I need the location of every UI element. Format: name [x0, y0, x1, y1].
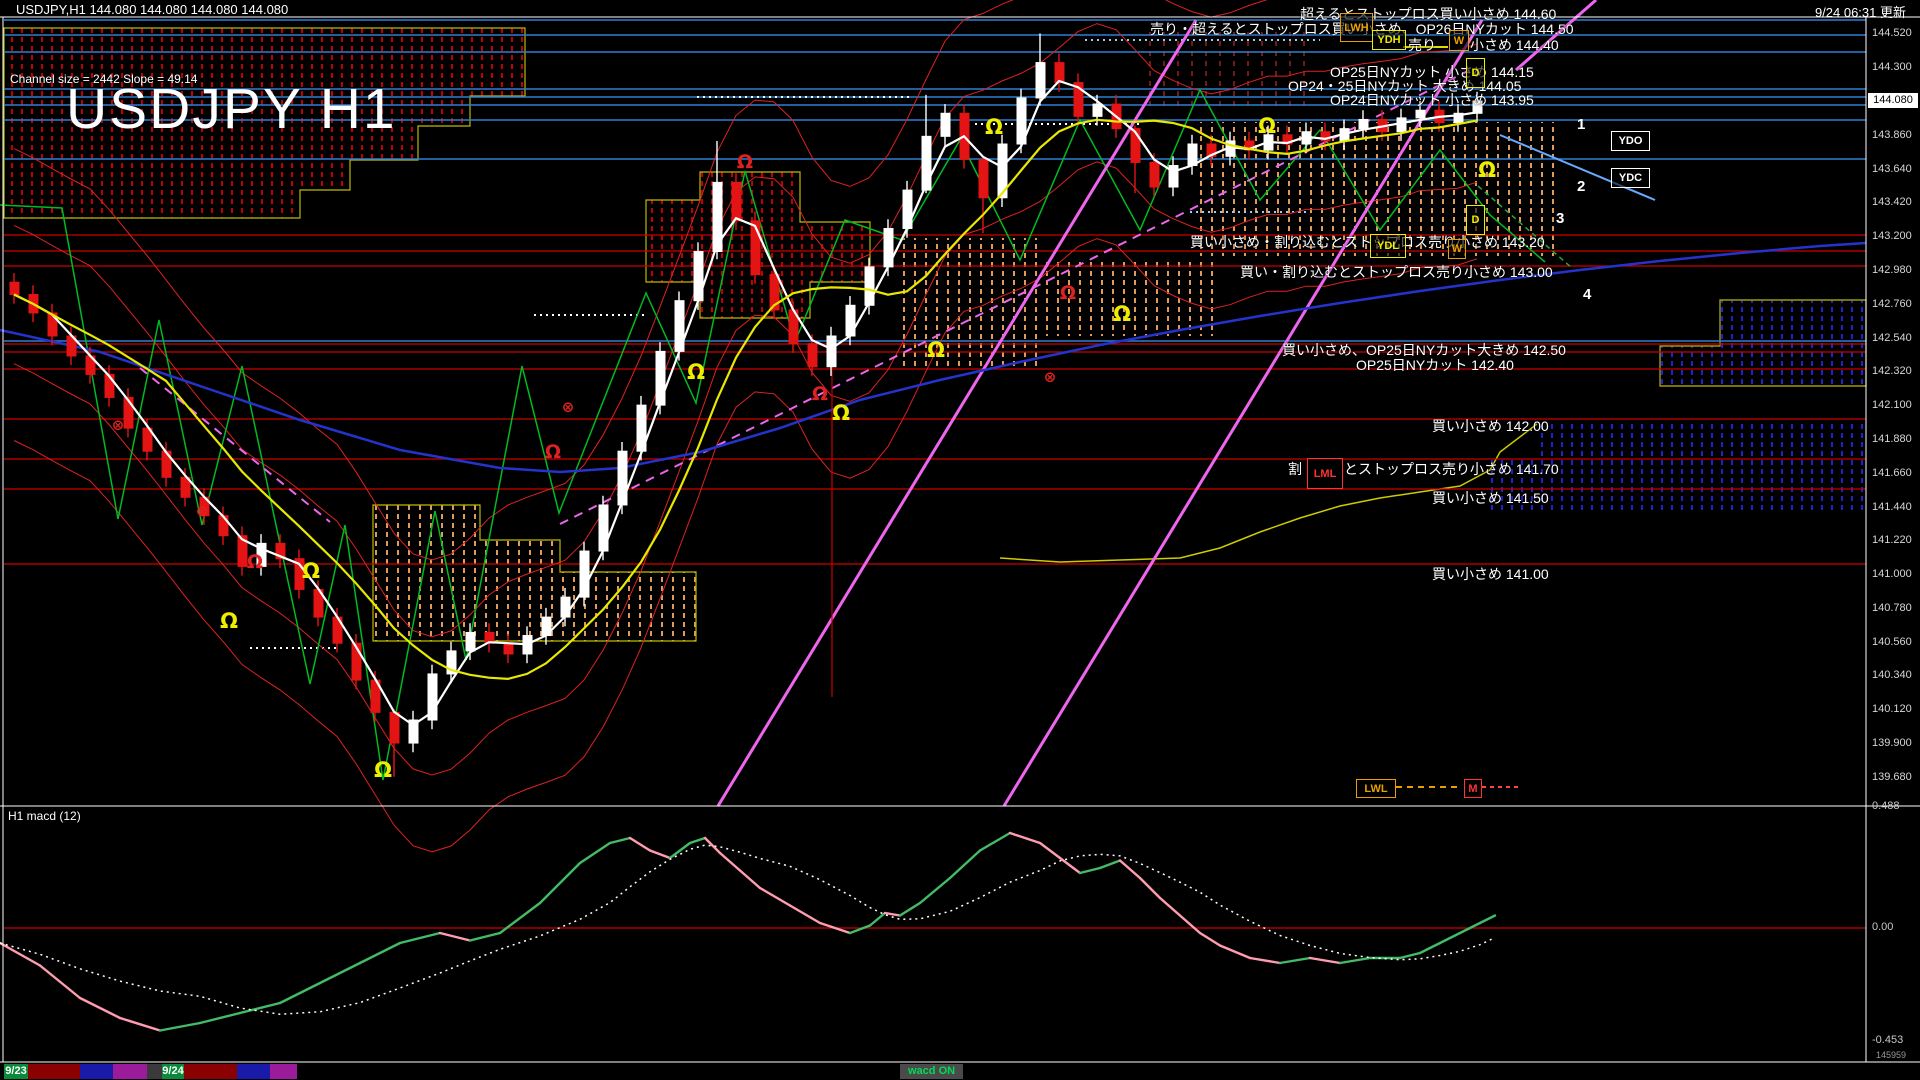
- timeline-session-segment: [80, 1064, 113, 1079]
- macd-indicator-label: H1 macd (12): [8, 809, 81, 823]
- price-axis-label: 142.980: [1872, 264, 1912, 276]
- svg-text:Ω: Ω: [1060, 282, 1076, 304]
- price-annotation: OP24日NYカット 小さめ 143.95: [1330, 90, 1534, 110]
- macd-panel: [0, 833, 1866, 1031]
- price-axis-label: 144.300: [1872, 61, 1912, 73]
- price-axis-label: 142.320: [1872, 365, 1912, 377]
- macd-axis-bottom: -0.453: [1872, 1034, 1903, 1046]
- price-axis-label: 140.560: [1872, 636, 1912, 648]
- indicator-label-box-m: M: [1464, 779, 1482, 798]
- svg-text:⊗: ⊗: [112, 416, 125, 434]
- macd-axis-extra: 145959: [1876, 1050, 1906, 1060]
- price-axis-label: 140.120: [1872, 703, 1912, 715]
- indicator-label-box-lwh: LWH: [1340, 13, 1373, 42]
- price-annotation: とストップロス売り小さめ 141.70: [1344, 459, 1559, 479]
- mt4-chart-window: ΩΩΩΩΩΩΩΩΩΩΩΩΩΩΩ⊗⊗⊗⊗ USDJPY,H1 144.080 14…: [0, 0, 1920, 1080]
- price-axis-label: 142.100: [1872, 399, 1912, 411]
- price-annotation: 買い・割り込むとストップロス売り小さめ 143.00: [1240, 262, 1553, 282]
- wave-count-label: 2: [1577, 178, 1585, 195]
- price-axis-label: 141.440: [1872, 501, 1912, 513]
- price-axis-label: 144.520: [1872, 27, 1912, 39]
- symbol-ohlc-readout: USDJPY,H1 144.080 144.080 144.080 144.08…: [16, 2, 288, 17]
- indicator-label-box-ydl: YDL: [1370, 234, 1406, 258]
- timeline-session-segment: [237, 1064, 270, 1079]
- indicator-label-box-ydc: YDC: [1611, 168, 1650, 188]
- wave-count-label: 4: [1583, 286, 1591, 303]
- last-update-timestamp: 9/24 06:31 更新: [1815, 2, 1906, 21]
- price-annotation: 買い小さめ 142.00: [1432, 416, 1549, 436]
- indicator-label-box-w: W: [1449, 30, 1469, 51]
- svg-text:Ω: Ω: [985, 115, 1003, 139]
- price-axis-label: 139.900: [1872, 737, 1912, 749]
- price-chart-canvas[interactable]: ΩΩΩΩΩΩΩΩΩΩΩΩΩΩΩ⊗⊗⊗⊗: [0, 0, 1920, 1080]
- indicator-label-box-d: D: [1466, 58, 1485, 88]
- svg-text:Ω: Ω: [220, 609, 238, 633]
- indicator-label-box-w: W: [1448, 239, 1466, 259]
- price-annotation: 買い小さめ・割り込むとストップロス売り小さめ 143.20: [1190, 232, 1545, 252]
- price-annotation: 小さめ 144.40: [1470, 35, 1559, 55]
- svg-text:Ω: Ω: [737, 151, 753, 173]
- timeline-session-segment: [184, 1064, 237, 1079]
- price-annotation: 買い小さめ 141.50: [1432, 488, 1549, 508]
- svg-text:Ω: Ω: [812, 383, 828, 405]
- svg-text:⊗: ⊗: [1044, 368, 1057, 386]
- wacd-toggle-button[interactable]: wacd ON: [900, 1064, 963, 1079]
- price-annotation: 割: [1288, 459, 1302, 479]
- indicator-label-box-d: D: [1466, 205, 1485, 235]
- macd-axis-top: 0.488: [1872, 800, 1900, 812]
- svg-text:Ω: Ω: [302, 559, 320, 583]
- price-axis-label: 143.860: [1872, 129, 1912, 141]
- timeline-session-segment: [113, 1064, 147, 1079]
- indicator-label-box-ydo: YDO: [1611, 131, 1650, 151]
- price-axis-label: 141.660: [1872, 467, 1912, 479]
- price-axis-label: 142.760: [1872, 298, 1912, 310]
- price-annotation: 売り: [1408, 35, 1436, 55]
- price-annotation: OP25日NYカット 142.40: [1356, 355, 1514, 375]
- price-axis-label: 140.340: [1872, 669, 1912, 681]
- svg-text:Ω: Ω: [927, 338, 945, 362]
- svg-text:Ω: Ω: [545, 441, 561, 463]
- svg-text:⊗: ⊗: [562, 398, 575, 416]
- macd-axis-zero: 0.00: [1872, 921, 1893, 933]
- indicator-label-box-lml: LML: [1307, 458, 1343, 489]
- price-axis-label: 141.000: [1872, 568, 1912, 580]
- timeline-session-segment: [28, 1064, 80, 1079]
- svg-text:⊗: ⊗: [196, 502, 209, 520]
- svg-text:Ω: Ω: [1478, 158, 1496, 182]
- svg-text:Ω: Ω: [1113, 302, 1131, 326]
- current-price-badge: 144.080: [1868, 93, 1918, 108]
- wave-count-label: 1: [1577, 116, 1585, 133]
- price-annotation: 買い小さめ 141.00: [1432, 564, 1549, 584]
- price-axis-label: 143.420: [1872, 196, 1912, 208]
- svg-text:Ω: Ω: [687, 360, 705, 384]
- svg-text:Ω: Ω: [1258, 114, 1276, 138]
- price-axis-label: 139.680: [1872, 771, 1912, 783]
- chart-watermark-title: USDJPY H1: [66, 76, 397, 142]
- price-axis-label: 142.540: [1872, 332, 1912, 344]
- timeline-session-segment: [147, 1064, 162, 1079]
- price-axis-label: 140.780: [1872, 602, 1912, 614]
- timeline-day-label: 9/23: [4, 1064, 28, 1079]
- wave-count-label: 3: [1556, 210, 1564, 227]
- price-axis-label: 141.880: [1872, 433, 1912, 445]
- svg-text:Ω: Ω: [247, 551, 263, 573]
- svg-text:Ω: Ω: [374, 758, 392, 782]
- svg-text:Ω: Ω: [832, 401, 850, 425]
- timeline-day-label: 9/24: [162, 1064, 184, 1079]
- price-axis-label: 143.200: [1872, 230, 1912, 242]
- price-axis-label: 143.640: [1872, 163, 1912, 175]
- timeline-session-segment: [270, 1064, 297, 1079]
- indicator-label-box-lwl: LWL: [1356, 779, 1396, 798]
- price-axis-label: 141.220: [1872, 534, 1912, 546]
- indicator-label-box-ydh: YDH: [1372, 30, 1406, 50]
